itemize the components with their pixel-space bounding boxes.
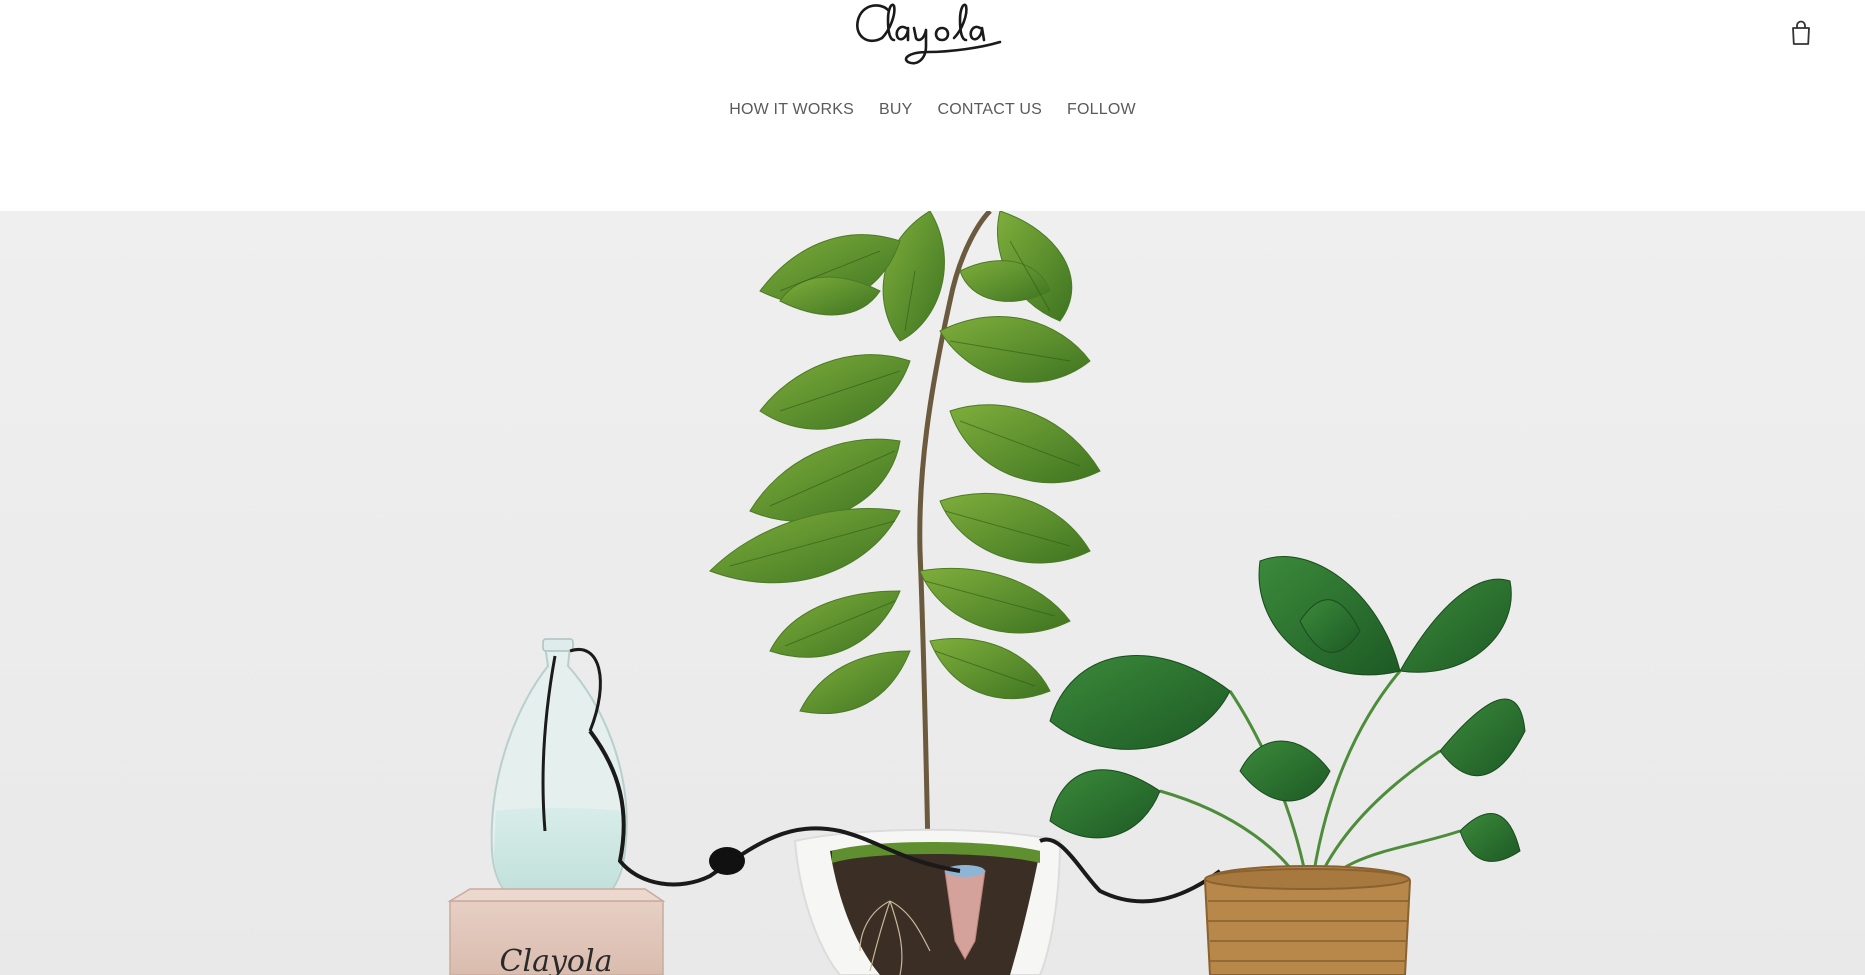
hero-banner: Clayola [0,211,1865,975]
white-pot [793,828,1062,975]
nav-buy[interactable]: BUY [879,98,913,122]
site-header: HOW IT WORKS BUY CONTACT US FOLLOW [0,0,1865,211]
main-navigation: HOW IT WORKS BUY CONTACT US FOLLOW [0,98,1865,122]
nav-follow[interactable]: FOLLOW [1067,98,1136,122]
nav-how-it-works[interactable]: HOW IT WORKS [729,98,854,122]
shopping-bag-icon [1792,20,1810,45]
wicker-basket [1203,865,1412,975]
hero-product-image: Clayola [0,211,1865,975]
nav-contact-us[interactable]: CONTACT US [937,98,1042,122]
brand-logo[interactable] [850,0,1018,78]
clayola-box: Clayola [447,888,666,975]
clayola-script-logo [856,3,1002,65]
cart-button[interactable] [1785,17,1817,49]
box-logo-text: Clayola [500,944,613,975]
